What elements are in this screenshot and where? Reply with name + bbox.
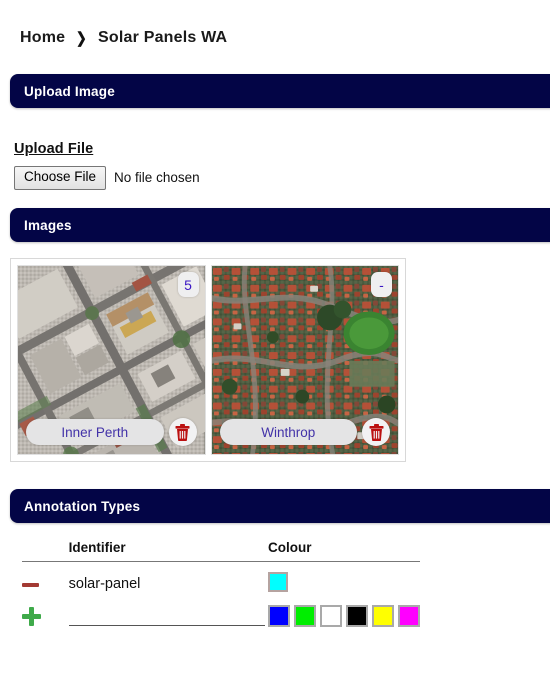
column-header-colour: Colour <box>267 540 420 562</box>
new-annotation-identifier-cell <box>68 595 268 627</box>
image-card[interactable]: 5 Inner Perth <box>17 265 206 455</box>
new-annotation-identifier-input[interactable] <box>68 606 265 626</box>
file-input-row: Choose File No file chosen <box>14 166 200 190</box>
column-header-identifier: Identifier <box>68 540 268 562</box>
annotation-identifier-cell: solar-panel <box>69 562 268 596</box>
file-chosen-status: No file chosen <box>114 170 200 186</box>
annotation-count-badge: - <box>371 272 392 297</box>
plus-icon[interactable] <box>22 606 41 626</box>
breadcrumb-item-home[interactable]: Home <box>20 29 65 47</box>
image-name-button[interactable]: Winthrop <box>219 419 357 445</box>
palette-swatch[interactable] <box>371 605 394 627</box>
new-annotation-palette-cell <box>267 595 420 627</box>
remove-annotation-type-cell <box>22 562 69 596</box>
breadcrumb-item-current: Solar Panels WA <box>98 29 228 46</box>
delete-image-button[interactable] <box>362 418 390 446</box>
image-card-footer: Winthrop <box>219 418 390 446</box>
palette-swatch[interactable] <box>267 605 290 627</box>
table-header-row: Identifier Colour <box>22 540 420 562</box>
minus-icon[interactable] <box>22 582 39 587</box>
trash-icon <box>175 423 190 441</box>
palette-swatch[interactable] <box>345 605 368 627</box>
chevron-right-icon: ❯ <box>76 29 88 47</box>
table-row: solar-panel <box>22 562 420 596</box>
annotation-count-badge: 5 <box>177 272 199 297</box>
image-card[interactable]: - Winthrop <box>210 265 399 455</box>
palette-swatch[interactable] <box>293 605 316 627</box>
upload-file-label: Upload File <box>14 141 94 157</box>
column-header-action <box>22 540 69 562</box>
breadcrumb: Home ❯ Solar Panels WA <box>20 29 227 47</box>
table-row-new <box>22 595 420 627</box>
delete-image-button[interactable] <box>168 418 197 446</box>
annotation-colour-cell <box>267 562 420 596</box>
trash-icon <box>369 423 383 441</box>
colour-swatch[interactable] <box>267 572 288 592</box>
section-header-upload-image: Upload Image <box>10 74 550 108</box>
section-header-annotation-types: Annotation Types <box>10 489 550 523</box>
section-title-annotation-types: Annotation Types <box>24 498 141 514</box>
section-title-images: Images <box>24 217 72 233</box>
annotation-identifier-label: solar-panel <box>68 576 141 592</box>
upload-file-block: Upload File Choose File No file chosen <box>14 141 200 190</box>
images-panel: 5 Inner Perth - Winthrop <box>10 258 406 462</box>
palette-swatch[interactable] <box>319 605 342 627</box>
choose-file-button[interactable]: Choose File <box>14 166 107 190</box>
image-card-footer: Inner Perth <box>26 418 197 446</box>
image-name-button[interactable]: Inner Perth <box>26 419 164 445</box>
colour-palette <box>267 605 420 627</box>
section-title-upload-image: Upload Image <box>24 83 115 99</box>
palette-swatch[interactable] <box>397 605 420 627</box>
add-annotation-type-cell <box>22 595 69 627</box>
section-header-images: Images <box>10 208 550 242</box>
annotation-types-table: Identifier Colour solar-panel <box>22 540 420 627</box>
